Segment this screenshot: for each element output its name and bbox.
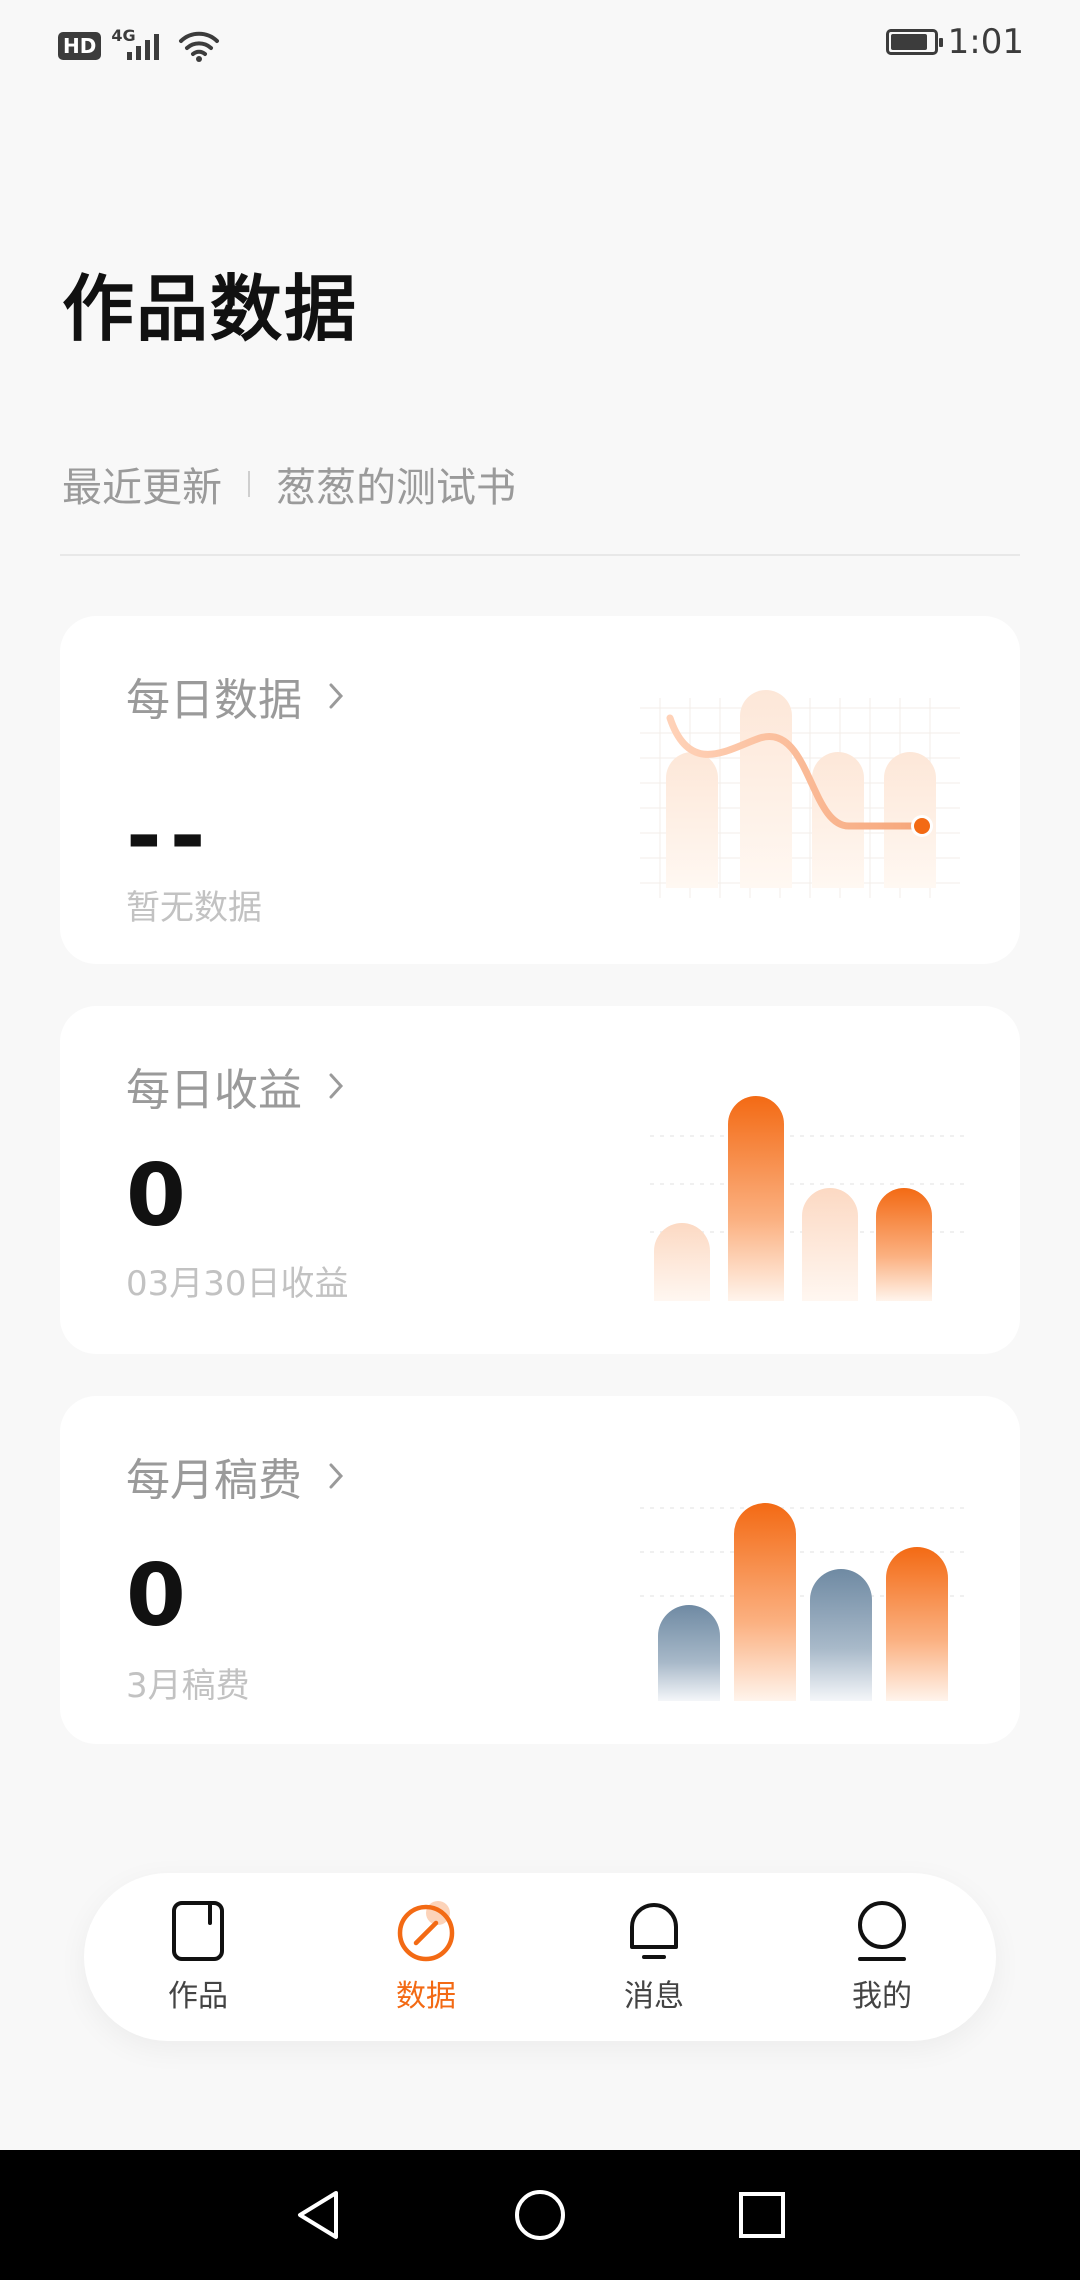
profile-icon — [858, 1901, 906, 1961]
recents-icon[interactable] — [736, 2189, 788, 2241]
daily-data-illustration — [640, 690, 960, 898]
tab-label: 作品 — [168, 1979, 228, 2014]
monthly-fee-card[interactable]: 每月稿费 0 3月稿费 — [60, 1396, 1020, 1744]
back-icon[interactable] — [292, 2187, 344, 2243]
earnings-bar-illustration — [650, 1096, 970, 1301]
daily-earnings-card[interactable]: 每日收益 0 03月30日收益 — [60, 1006, 1020, 1354]
tab-label: 消息 — [624, 1979, 684, 2014]
bell-icon — [630, 1903, 678, 1959]
card-title: 每日数据 — [126, 675, 302, 726]
tab-profile[interactable]: 我的 — [768, 1873, 996, 2041]
status-time: 1:01 — [947, 22, 1024, 62]
tab-works[interactable]: 作品 — [84, 1873, 312, 2041]
recent-book-name[interactable]: 葱葱的测试书 — [276, 455, 516, 513]
daily-data-card[interactable]: 每日数据 -- 暂无数据 — [60, 616, 1020, 964]
card-value: 0 — [126, 1146, 186, 1246]
card-header[interactable]: 每日收益 — [126, 1054, 344, 1118]
card-title: 每月稿费 — [126, 1455, 302, 1506]
tab-label: 我的 — [852, 1979, 912, 2014]
recent-update-row[interactable]: 最近更新 葱葱的测试书 — [62, 455, 516, 513]
card-subtitle: 暂无数据 — [126, 888, 262, 928]
tab-label: 数据 — [396, 1979, 456, 2014]
cellular-signal-icon: 4G — [111, 26, 167, 64]
card-title: 每日收益 — [126, 1065, 302, 1116]
separator — [248, 471, 250, 497]
recent-update-label: 最近更新 — [62, 465, 222, 511]
battery-icon — [885, 29, 943, 55]
chevron-right-icon — [329, 1463, 344, 1489]
home-icon[interactable] — [512, 2187, 568, 2243]
status-bar: HD 4G 1:01 — [0, 0, 1080, 90]
card-subtitle: 3月稿费 — [126, 1666, 250, 1706]
chevron-right-icon — [329, 683, 344, 709]
hd-badge: HD — [58, 32, 102, 60]
book-icon — [172, 1901, 224, 1961]
card-header[interactable]: 每日数据 — [126, 664, 344, 728]
card-subtitle: 03月30日收益 — [126, 1264, 349, 1304]
divider — [60, 554, 1020, 556]
page-title: 作品数据 — [62, 266, 359, 351]
data-compass-icon — [397, 1901, 455, 1962]
monthly-fee-bar-illustration — [640, 1503, 970, 1701]
wifi-icon — [179, 31, 220, 62]
tab-data[interactable]: 数据 — [312, 1873, 540, 2041]
system-nav-bar — [0, 2150, 1080, 2280]
chevron-right-icon — [329, 1073, 344, 1099]
bottom-nav: 作品 数据 消息 我的 — [84, 1873, 996, 2041]
tab-messages[interactable]: 消息 — [540, 1873, 768, 2041]
card-header[interactable]: 每月稿费 — [126, 1444, 344, 1508]
card-value: -- — [126, 786, 214, 886]
card-value: 0 — [126, 1546, 186, 1646]
